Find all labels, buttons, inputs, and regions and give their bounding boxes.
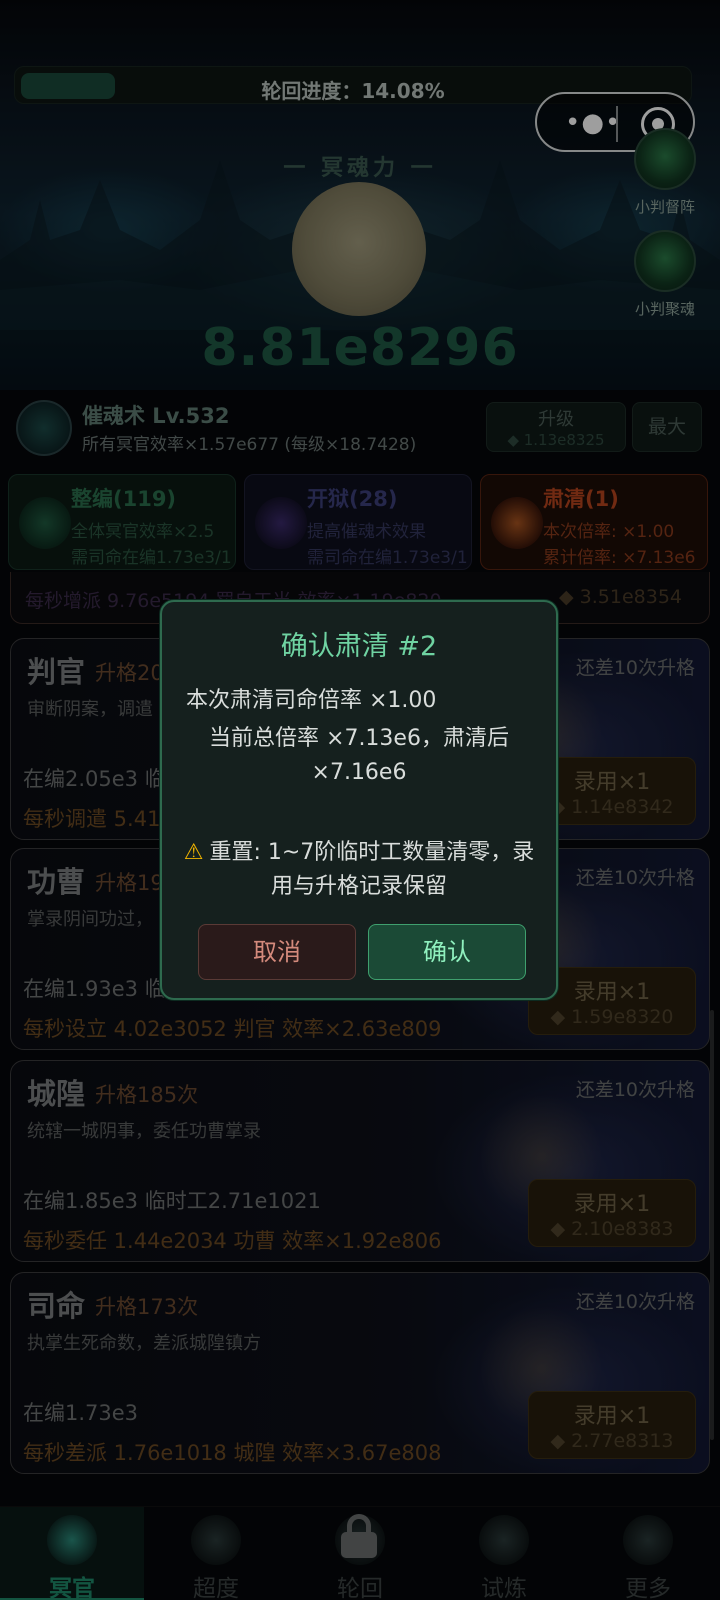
dialog-total: 当前总倍率 ×7.13e6，肃清后 ×7.16e6 [209,726,509,785]
warning-text: 重置: 1~7阶临时工数量清零，录用与升格记录保留 [209,840,535,899]
dialog-title: 确认肃清 #2 [280,631,438,662]
confirm-button[interactable]: 确认 [368,924,526,980]
game-screen: 轮回进度：14.08% •●• 小判督阵 小判聚魂 一 冥魂力 一 8.81e8… [0,0,720,1600]
purge-confirm-dialog: 确认肃清 #2 本次肃清司命倍率 ×1.00 当前总倍率 ×7.13e6，肃清后… [160,600,558,1000]
dialog-warning: ⚠ 重置: 1~7阶临时工数量清零，录用与升格记录保留 [182,836,536,904]
cancel-button[interactable]: 取消 [198,924,356,980]
dialog-multiplier: 本次肃清司命倍率 ×1.00 [186,688,437,713]
warning-triangle-icon: ⚠ [183,840,204,865]
